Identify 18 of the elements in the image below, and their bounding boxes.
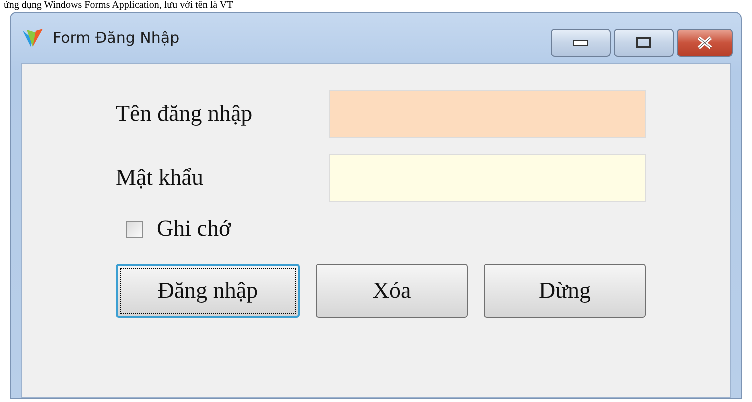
minimize-button[interactable] bbox=[551, 29, 611, 57]
input-field[interactable] bbox=[329, 90, 646, 138]
field-label: Tên đăng nhập bbox=[116, 101, 254, 127]
window-title: Form Đăng Nhập bbox=[53, 29, 181, 47]
close-button[interactable] bbox=[677, 29, 733, 57]
checkbox-label: Ghi chớ bbox=[157, 216, 232, 242]
minimize-icon bbox=[573, 39, 589, 47]
action-button[interactable]: Xóa bbox=[316, 264, 468, 318]
input-field[interactable] bbox=[329, 154, 646, 202]
field-label: Mật khẩu bbox=[116, 165, 205, 191]
action-button[interactable]: Đăng nhập bbox=[116, 264, 300, 318]
action-button[interactable]: Dừng bbox=[484, 264, 646, 318]
maximize-icon bbox=[636, 37, 652, 49]
maximize-button[interactable] bbox=[614, 29, 674, 57]
app-logo-icon bbox=[21, 27, 45, 49]
checkbox[interactable] bbox=[126, 220, 143, 238]
caption-text: ứng dụng Windows Forms Application, lưu với tên là VT bbox=[3, 0, 234, 12]
close-icon bbox=[696, 36, 714, 50]
